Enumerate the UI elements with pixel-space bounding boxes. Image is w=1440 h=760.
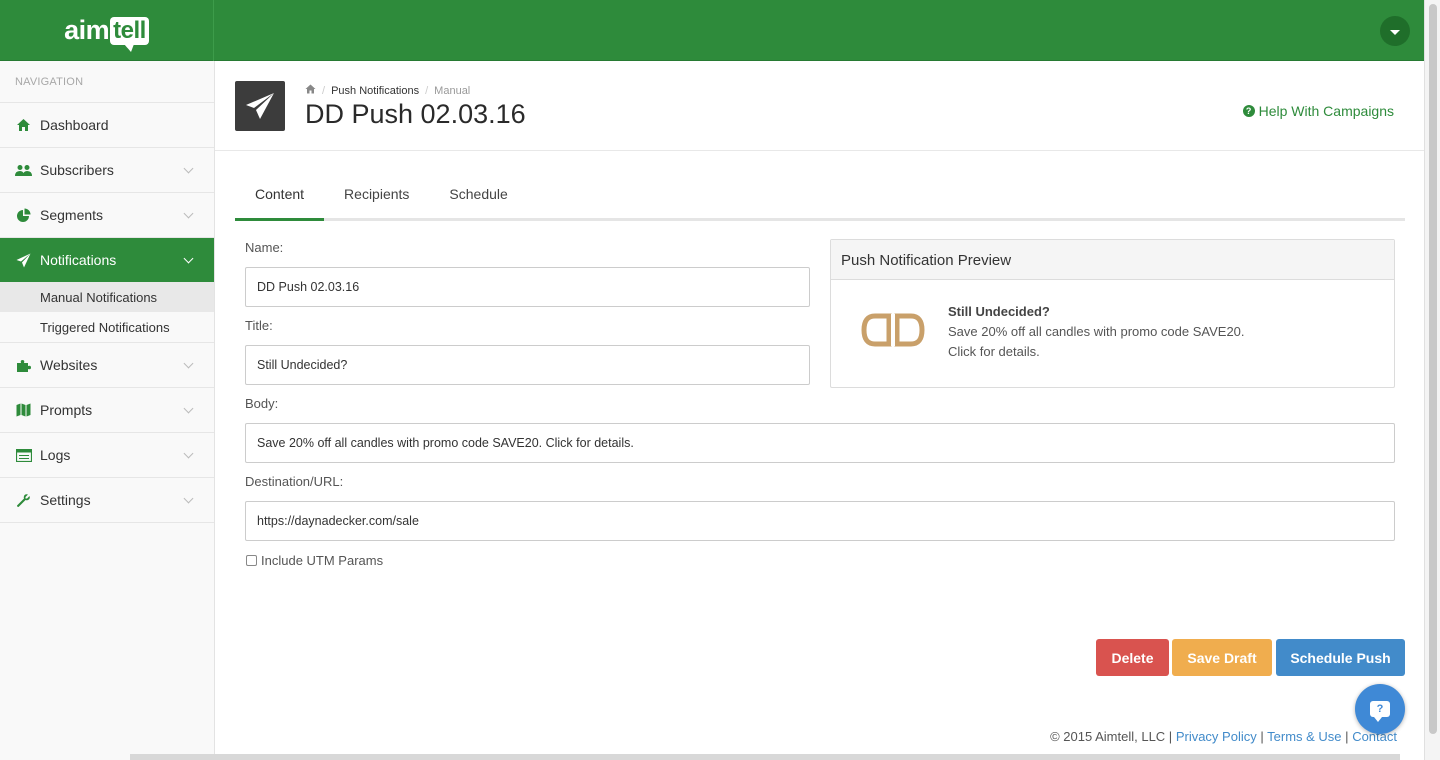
sidebar-item-label: Notifications: [40, 252, 117, 268]
page-header: / Push Notifications / Manual DD Push 02…: [215, 61, 1424, 151]
chevron-down-icon: [183, 493, 194, 504]
sidebar-item-label: Settings: [40, 492, 91, 508]
sidebar-item-label: Websites: [40, 357, 98, 373]
terms-link[interactable]: Terms & Use: [1267, 729, 1341, 744]
brand-logo-icon: [861, 312, 925, 353]
title-field[interactable]: Still Undecided?: [245, 345, 810, 385]
utm-checkbox[interactable]: [246, 555, 257, 566]
footer-separator: |: [1260, 729, 1264, 744]
help-link-label: Help With Campaigns: [1258, 103, 1394, 119]
sidebar-item-label: Dashboard: [40, 117, 109, 133]
breadcrumb-current: Manual: [434, 84, 471, 97]
help-with-campaigns-link[interactable]: ? Help With Campaigns: [1242, 103, 1394, 119]
tab-content[interactable]: Content: [235, 173, 325, 221]
preview-body-line: Click for details.: [948, 344, 1040, 359]
privacy-policy-link[interactable]: Privacy Policy: [1176, 729, 1257, 744]
pie-chart-icon: [15, 207, 32, 224]
help-chat-button[interactable]: ?: [1355, 684, 1405, 734]
chevron-down-icon: [183, 403, 194, 414]
url-label: Destination/URL:: [245, 474, 344, 489]
scrollbar[interactable]: [1424, 0, 1440, 760]
sidebar-item-prompts[interactable]: Prompts: [0, 388, 214, 433]
tab-recipients[interactable]: Recipients: [324, 173, 429, 221]
body-label: Body:: [245, 396, 279, 411]
sidebar-item-websites[interactable]: Websites: [0, 343, 214, 388]
nav-heading: NAVIGATION: [0, 61, 214, 103]
tab-bar: Content Recipients Schedule: [235, 173, 1405, 221]
footer-separator: |: [1345, 729, 1349, 744]
save-draft-button[interactable]: Save Draft: [1172, 639, 1272, 676]
body-field[interactable]: Save 20% off all candles with promo code…: [245, 423, 1395, 463]
sidebar-subitem-triggered-notifications[interactable]: Triggered Notifications: [0, 312, 214, 342]
brand-text-a: aim: [64, 15, 110, 45]
breadcrumb: / Push Notifications / Manual: [305, 84, 470, 97]
brand-text-b: tell: [110, 16, 149, 52]
sidebar-item-label: Prompts: [40, 402, 93, 418]
title-label: Title:: [245, 318, 273, 333]
sidebar-item-label: Segments: [40, 207, 104, 223]
user-dropdown-button[interactable]: [1380, 16, 1410, 46]
sidebar: NAVIGATION Dashboard Subscribers Segment…: [0, 61, 215, 760]
list-icon: [15, 447, 32, 464]
sidebar-item-label: Subscribers: [40, 162, 114, 178]
paper-plane-icon: [235, 81, 285, 131]
puzzle-icon: [15, 357, 32, 374]
delete-button[interactable]: Delete: [1096, 639, 1169, 676]
footer: © 2015 Aimtell, LLC | Privacy Policy | T…: [1050, 729, 1397, 744]
sidebar-item-notifications[interactable]: Notifications: [0, 238, 214, 282]
home-icon[interactable]: [305, 84, 316, 97]
schedule-push-button[interactable]: Schedule Push: [1276, 639, 1405, 676]
main-content: / Push Notifications / Manual DD Push 02…: [215, 61, 1424, 760]
chat-bubble-icon: ?: [1370, 701, 1390, 722]
sidebar-item-segments[interactable]: Segments: [0, 193, 214, 238]
footer-copyright: © 2015 Aimtell, LLC |: [1050, 729, 1173, 744]
preview-title: Still Undecided?: [948, 304, 1050, 319]
scrollbar-thumb[interactable]: [1429, 4, 1437, 734]
chevron-down-icon: [183, 358, 194, 369]
utm-option[interactable]: Include UTM Params: [246, 553, 383, 568]
sidebar-item-label: Logs: [40, 447, 71, 463]
sidebar-subitem-manual-notifications[interactable]: Manual Notifications: [0, 282, 214, 312]
chevron-down-icon: [183, 208, 194, 219]
home-icon: [15, 117, 32, 134]
url-field[interactable]: https://daynadecker.com/sale: [245, 501, 1395, 541]
sidebar-item-settings[interactable]: Settings: [0, 478, 214, 523]
page-title: DD Push 02.03.16: [305, 99, 526, 129]
top-bar: aim tell: [0, 0, 1424, 61]
chevron-down-icon: [183, 253, 194, 264]
brand-logo[interactable]: aim tell: [0, 0, 214, 61]
chevron-down-icon: [183, 448, 194, 459]
sidebar-item-subscribers[interactable]: Subscribers: [0, 148, 214, 193]
preview-body-line: Save 20% off all candles with promo code…: [948, 324, 1245, 339]
map-icon: [15, 402, 32, 419]
utm-label: Include UTM Params: [261, 553, 384, 568]
sidebar-item-dashboard[interactable]: Dashboard: [0, 103, 214, 148]
preview-message: Still Undecided? Save 20% off all candle…: [948, 302, 1245, 362]
wrench-icon: [15, 492, 32, 509]
question-circle-icon: ?: [1242, 105, 1255, 117]
os-dock-edge: [130, 754, 1400, 760]
name-label: Name:: [245, 240, 284, 255]
name-field[interactable]: DD Push 02.03.16: [245, 267, 810, 307]
tab-schedule[interactable]: Schedule: [429, 173, 527, 221]
push-preview-panel: Push Notification Preview Still Undecide…: [830, 239, 1395, 388]
breadcrumb-push-notifications[interactable]: Push Notifications: [331, 85, 419, 97]
sidebar-item-logs[interactable]: Logs: [0, 433, 214, 478]
chevron-down-icon: [183, 163, 194, 174]
users-icon: [15, 162, 32, 179]
paper-plane-icon: [15, 252, 32, 269]
preview-heading: Push Notification Preview: [831, 240, 1394, 280]
